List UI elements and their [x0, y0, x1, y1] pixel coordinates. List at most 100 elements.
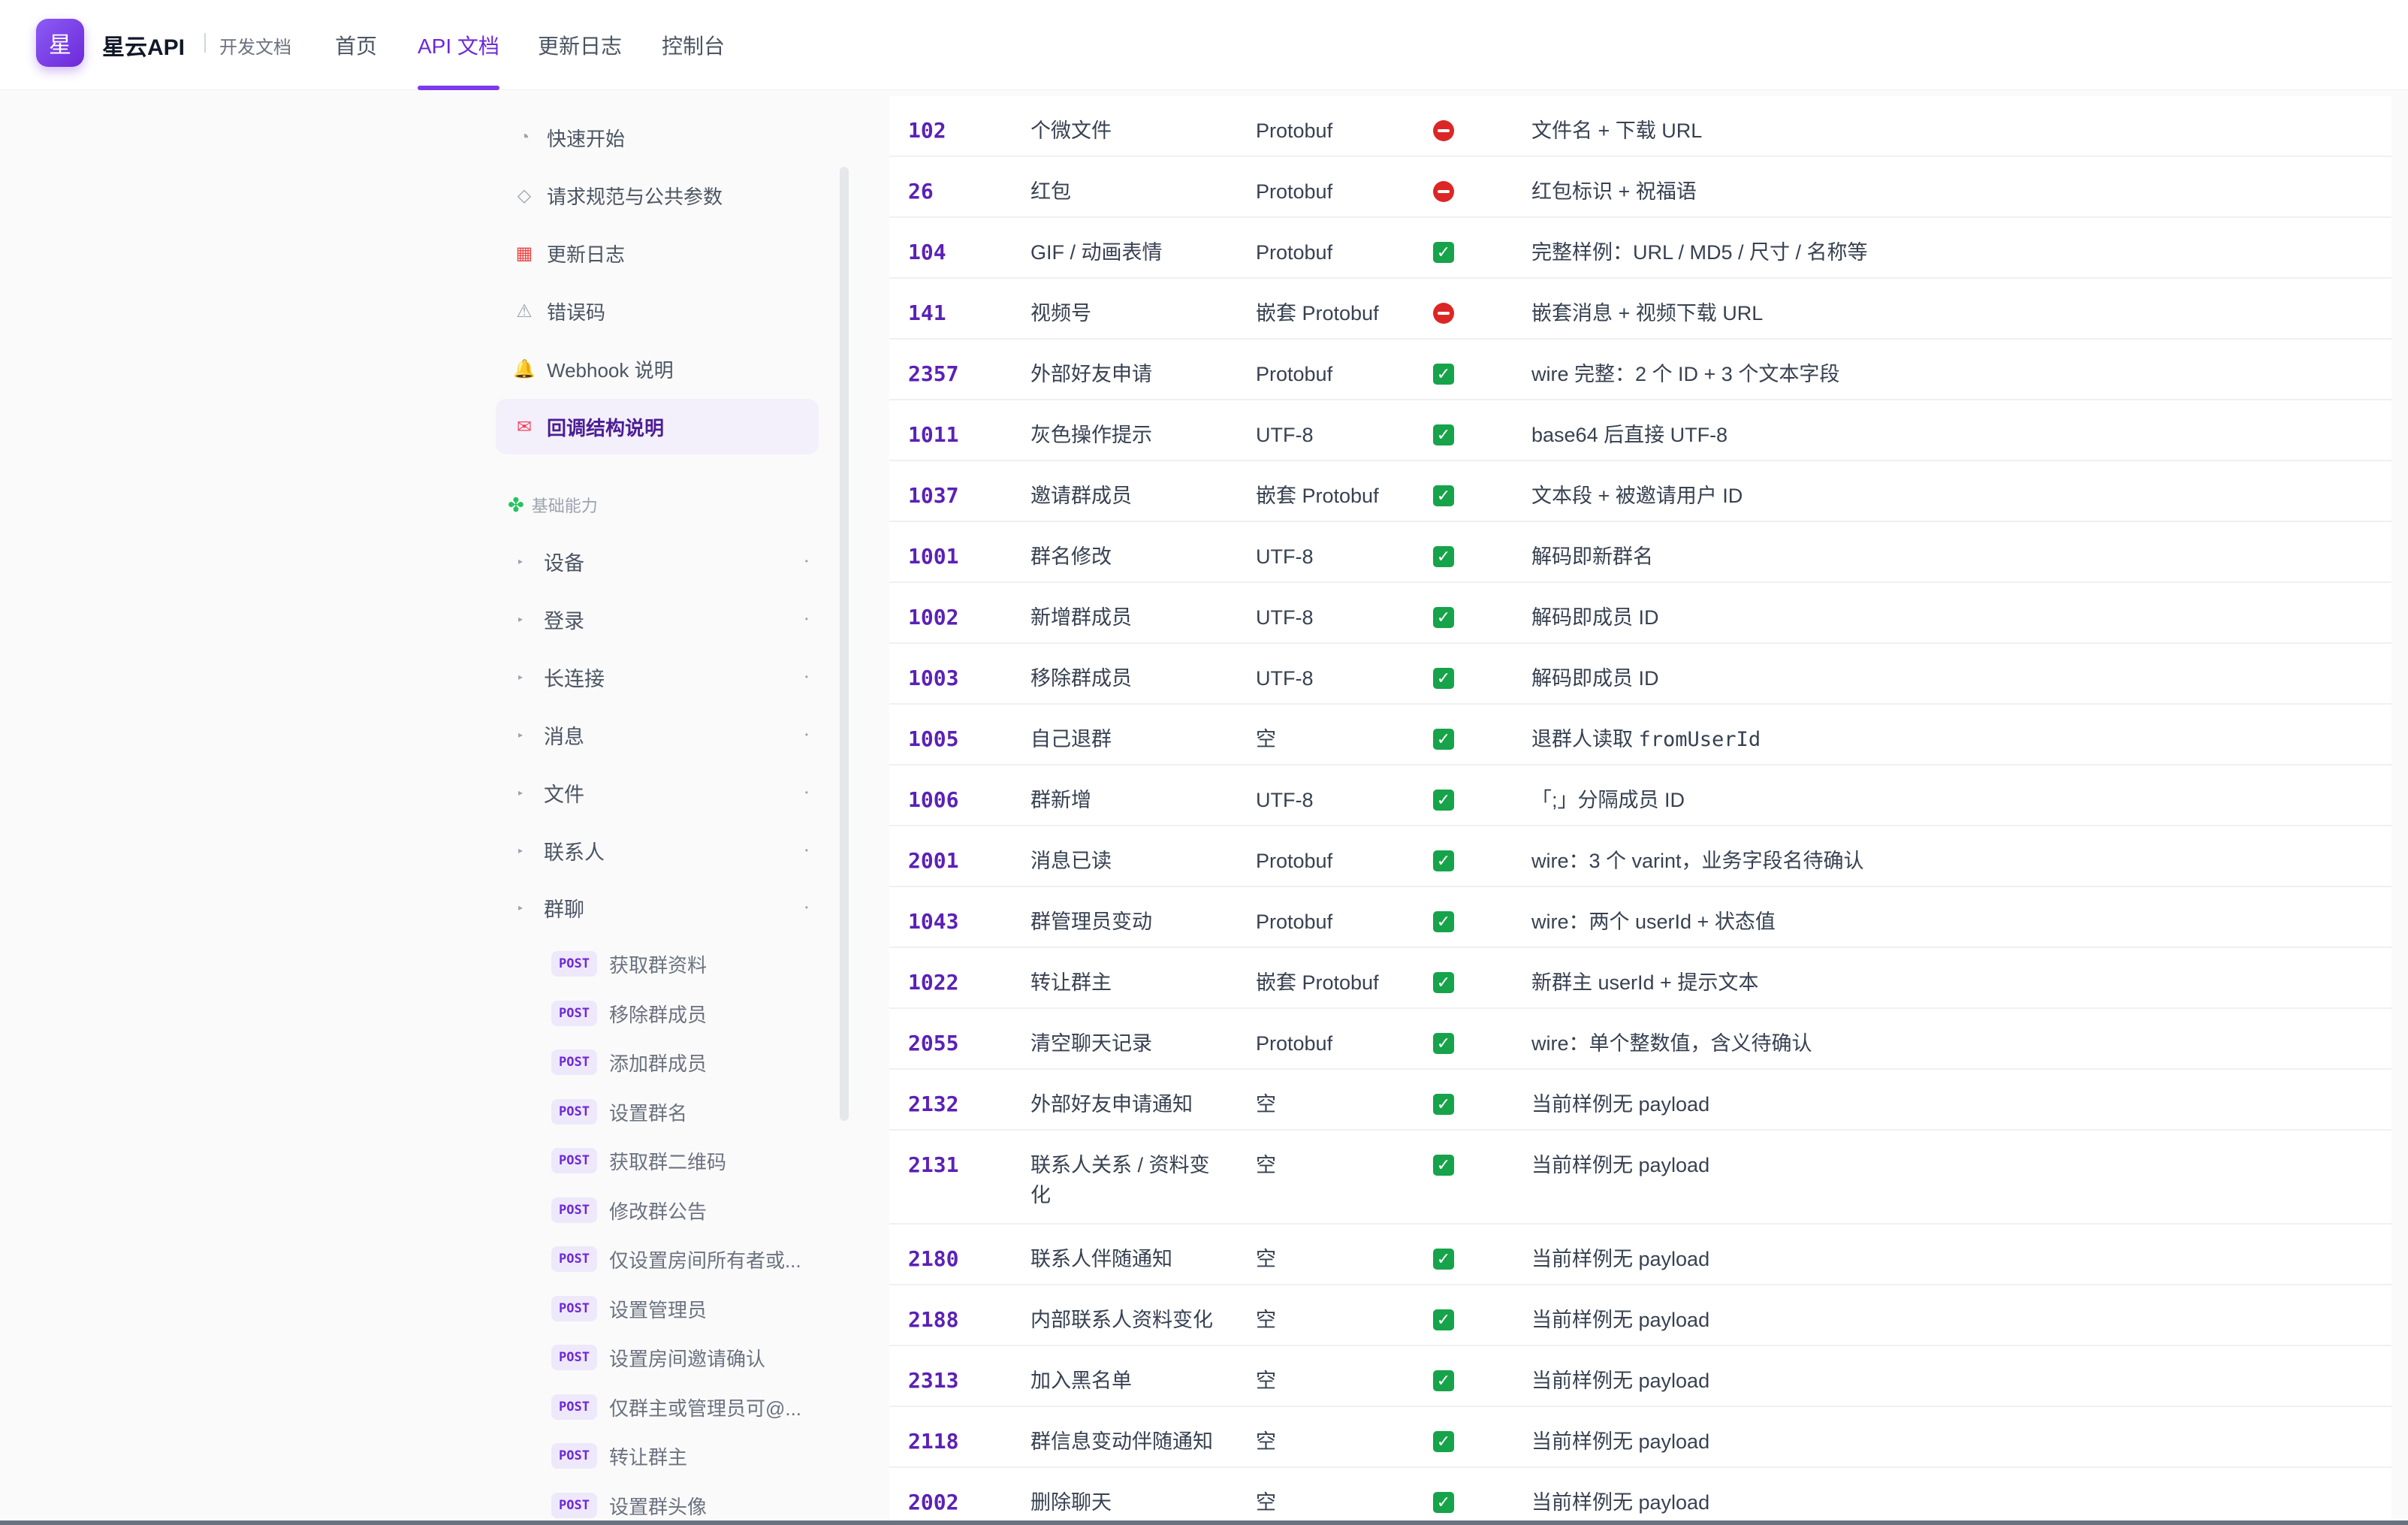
callback-description: 文件名 + 下载 URL: [1531, 116, 1702, 146]
check-mark-icon: ✓: [1433, 1431, 1454, 1452]
table-row: 2180 联系人伴随通知 空 ✓ 当前样例无 payload: [889, 1225, 2391, 1285]
post-badge: POST: [551, 1148, 597, 1173]
payload-format: UTF-8: [1256, 667, 1314, 690]
check-mark-icon: ✓: [1433, 1155, 1454, 1176]
payload-format: 嵌套 Protobuf: [1256, 485, 1379, 507]
nav-console[interactable]: 控制台: [662, 30, 725, 60]
api-item-add-member[interactable]: POST 添加群成员: [551, 1043, 822, 1081]
check-mark-icon: ✓: [1433, 1492, 1454, 1513]
description-text: 完整样例：URL / MD5 / 尺寸 / 名称等: [1531, 241, 1868, 264]
nav-changelog[interactable]: 更新日志: [538, 30, 622, 60]
callback-code: 1037: [908, 483, 959, 508]
expand-dot-icon: •: [804, 787, 808, 798]
payload-format: UTF-8: [1256, 545, 1314, 568]
callback-name: 联系人关系 / 资料变化: [1030, 1154, 1210, 1206]
check-mark-icon: ✓: [1433, 1492, 1454, 1513]
api-item-transfer-owner[interactable]: POST 转让群主: [551, 1437, 822, 1475]
payload-format: UTF-8: [1256, 789, 1314, 811]
post-badge: POST: [551, 1296, 597, 1321]
brand-name[interactable]: 星云API: [102, 29, 185, 62]
api-item-remove-member[interactable]: POST 移除群成员: [551, 995, 822, 1032]
check-mark-icon: ✓: [1433, 546, 1454, 567]
logo-icon[interactable]: 星: [36, 19, 84, 67]
check-mark-icon: ✓: [1433, 546, 1454, 567]
sidebar-category-contacts[interactable]: ▸ 联系人 •: [508, 828, 808, 873]
api-item-edit-announcement[interactable]: POST 修改群公告: [551, 1191, 822, 1229]
api-label: 仅设置房间所有者或...: [608, 1249, 801, 1272]
api-label: 获取群资料: [608, 953, 707, 977]
table-row: 2188 内部联系人资料变化 空 ✓ 当前样例无 payload: [889, 1285, 2391, 1346]
payload-format: UTF-8: [1256, 424, 1314, 446]
check-mark-icon: ✓: [1433, 1094, 1454, 1115]
sidebar-category-device[interactable]: ▸ 设备 •: [508, 539, 808, 584]
sidebar-item-request-spec[interactable]: ◇ 请求规范与公共参数: [496, 168, 819, 223]
sidebar-category-login[interactable]: ▸ 登录 •: [508, 596, 808, 642]
callback-description: 解码即成员 ID: [1531, 663, 1659, 693]
payload-format: 空: [1256, 1309, 1276, 1331]
description-text: 红包标识 + 祝福语: [1531, 180, 1697, 203]
description-text: wire 完整：2 个 ID + 3 个文本字段: [1531, 363, 1840, 385]
no-entry-icon: [1433, 181, 1454, 202]
table-row: 2357 外部好友申请 Protobuf ✓ wire 完整：2 个 ID + 3 个文…: [889, 340, 2391, 400]
group-title-label: 基础能力: [531, 497, 598, 515]
sidebar-category-file[interactable]: ▸ 文件 •: [508, 770, 808, 815]
callback-description: wire：单个整数值，含义待确认: [1531, 1028, 1812, 1058]
top-bar: 星 星云API 开发文档 首页 API 文档 更新日志 控制台: [0, 0, 2408, 90]
caret-right-icon: ▸: [518, 672, 524, 682]
table-row: 141 视频号 嵌套 Protobuf 嵌套消息 + 视频下载 URL: [889, 279, 2391, 340]
post-badge: POST: [551, 951, 597, 977]
callback-name: 清空聊天记录: [1030, 1032, 1152, 1055]
api-item-invite-confirm[interactable]: POST 设置房间邀请确认: [551, 1339, 822, 1376]
check-mark-icon: ✓: [1433, 729, 1454, 750]
check-mark-icon: ✓: [1433, 424, 1454, 445]
description-text: 解码即成员 ID: [1531, 667, 1659, 690]
post-badge: POST: [551, 1197, 597, 1223]
api-item-mention-limit[interactable]: POST 仅群主或管理员可@...: [551, 1388, 822, 1426]
payload-format: 空: [1256, 1369, 1276, 1392]
check-mark-icon: ✓: [1433, 242, 1454, 263]
description-text: 当前样例无 payload: [1531, 1154, 1710, 1176]
table-row: 2313 加入黑名单 空 ✓ 当前样例无 payload: [889, 1346, 2391, 1407]
sidebar-category-group-chat[interactable]: ▸ 群聊 •: [508, 885, 808, 930]
callback-description: 当前样例无 payload: [1531, 1244, 1709, 1274]
sidebar-item-quickstart[interactable]: ◔ 快速开始: [496, 110, 819, 165]
sidebar-item-changelog[interactable]: ▦ 更新日志: [496, 225, 819, 281]
description-text: base64 后直接 UTF-8: [1531, 424, 1728, 446]
description-text: 退群人读取: [1531, 728, 1639, 750]
description-text: 解码即成员 ID: [1531, 606, 1659, 629]
nav-api-docs[interactable]: API 文档: [418, 30, 499, 60]
sidebar-item-error-codes[interactable]: ⚠ 错误码: [496, 283, 819, 339]
callback-type-table: 102 个微文件 Protobuf 文件名 + 下载 URL 26 红包 Protobuf 红…: [889, 96, 2391, 1525]
api-item-set-admin[interactable]: POST 设置管理员: [551, 1290, 822, 1327]
sidebar-item-label: 请求规范与公共参数: [547, 185, 723, 208]
api-item-set-avatar[interactable]: POST 设置群头像: [551, 1487, 822, 1524]
sidebar-item-webhook[interactable]: 🔔 Webhook 说明: [496, 341, 819, 397]
callback-name: GIF / 动画表情: [1030, 241, 1163, 264]
check-mark-icon: ✓: [1433, 364, 1454, 385]
callback-name: 个微文件: [1030, 119, 1112, 142]
api-item-set-group-name[interactable]: POST 设置群名: [551, 1093, 822, 1131]
logo-char: 星: [49, 33, 71, 58]
payload-format: 空: [1256, 1093, 1276, 1116]
sidebar-item-callback-structure[interactable]: ✉ 回调结构说明: [496, 399, 819, 454]
api-item-get-group-info[interactable]: POST 获取群资料: [551, 945, 822, 983]
callback-description: 文本段 + 被邀请用户 ID: [1531, 481, 1743, 511]
sidebar-item-label: Webhook 说明: [547, 358, 674, 382]
callback-code: 2055: [908, 1031, 959, 1055]
callback-code: 2313: [908, 1368, 959, 1393]
post-badge: POST: [551, 1099, 597, 1125]
callback-code: 2118: [908, 1429, 959, 1454]
api-item-owner-only-setting[interactable]: POST 仅设置房间所有者或...: [551, 1240, 822, 1278]
sidebar-scrollbar[interactable]: [840, 167, 849, 1121]
description-text: 新群主 userId + 提示文本: [1531, 971, 1759, 994]
expand-dot-icon: •: [804, 672, 808, 682]
sidebar-category-message[interactable]: ▸ 消息 •: [508, 712, 808, 757]
callback-name: 内部联系人资料变化: [1030, 1309, 1213, 1331]
callback-code: 102: [908, 118, 946, 143]
api-item-get-qrcode[interactable]: POST 获取群二维码: [551, 1142, 822, 1179]
nav-home[interactable]: 首页: [335, 30, 377, 60]
sidebar-category-long-connection[interactable]: ▸ 长连接 •: [508, 654, 808, 699]
table-row: 2131 联系人关系 / 资料变化 空 ✓ 当前样例无 payload: [889, 1131, 2391, 1225]
payload-format: Protobuf: [1256, 180, 1333, 203]
table-row: 1001 群名修改 UTF-8 ✓ 解码即新群名: [889, 522, 2391, 583]
